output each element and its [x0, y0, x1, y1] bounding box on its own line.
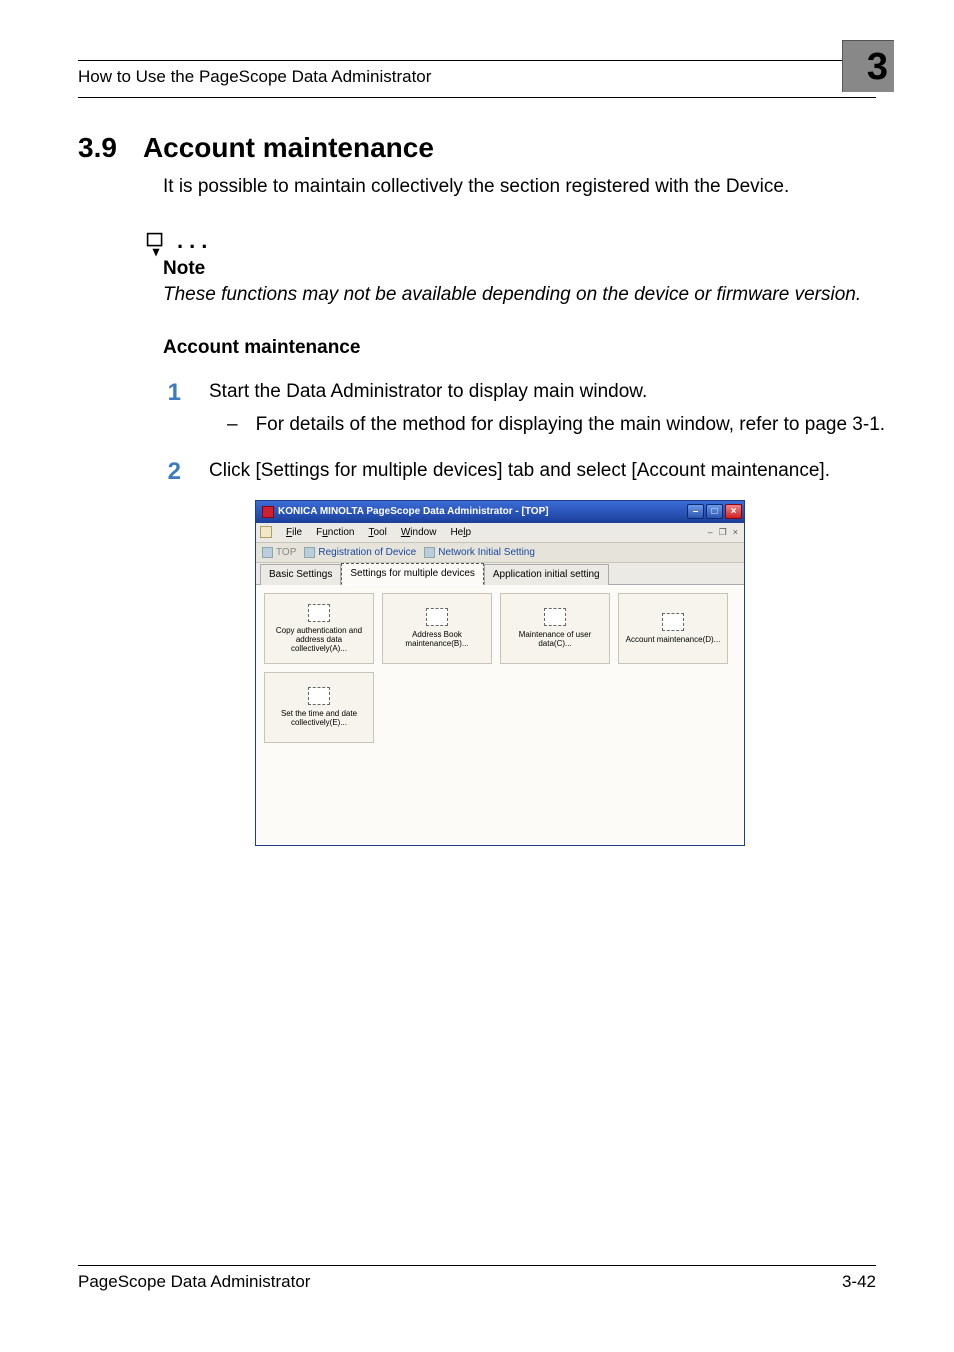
- pencil-icon: [135, 219, 177, 261]
- window-title: KONICA MINOLTA PageScope Data Administra…: [278, 505, 549, 519]
- section-number: 3.9: [78, 132, 117, 164]
- footer-right: 3-42: [842, 1272, 876, 1292]
- step-1: 1 Start the Data Administrator to displa…: [163, 379, 923, 437]
- tab-basic-settings[interactable]: Basic Settings: [260, 564, 341, 585]
- clock-icon: [308, 687, 330, 705]
- tabbar: Basic Settings Settings for multiple dev…: [256, 563, 744, 585]
- step-2: 2 Click [Settings for multiple devices] …: [163, 458, 923, 846]
- procedure-heading: Account maintenance: [163, 337, 923, 359]
- mdi-minimize-button[interactable]: –: [708, 526, 713, 538]
- mdi-close-button[interactable]: ×: [733, 526, 738, 538]
- chapter-number: 3: [867, 46, 888, 89]
- menu-help[interactable]: Help: [450, 526, 471, 540]
- account-icon: [662, 613, 684, 631]
- step-number: 2: [163, 458, 181, 486]
- tile-user-data[interactable]: Maintenance of user data(C)...: [500, 593, 610, 664]
- window-minimize-button[interactable]: –: [687, 504, 704, 519]
- toolbar-registration[interactable]: Registration of Device: [304, 546, 416, 560]
- mdi-restore-button[interactable]: ❐: [719, 526, 727, 538]
- note-label: Note: [163, 258, 923, 280]
- network-icon: [424, 547, 435, 558]
- menubar: File Function Tool Window Help – ❐ ×: [256, 523, 744, 543]
- window-maximize-button[interactable]: □: [706, 504, 723, 519]
- section-title: Account maintenance: [143, 132, 434, 164]
- user-icon: [544, 608, 566, 626]
- window-close-button[interactable]: ×: [725, 504, 742, 519]
- dash-bullet: –: [227, 412, 238, 438]
- toolbar: TOP Registration of Device Network Initi…: [256, 543, 744, 563]
- tile-label: Copy authentication and address data col…: [265, 626, 373, 654]
- menu-window[interactable]: Window: [401, 526, 437, 540]
- menu-tool[interactable]: Tool: [368, 526, 386, 540]
- step-sub-text: For details of the method for displaying…: [256, 412, 923, 438]
- tile-address-book[interactable]: Address Book maintenance(B)...: [382, 593, 492, 664]
- copy-auth-icon: [308, 604, 330, 622]
- top-icon: [262, 547, 273, 558]
- tab-pane: Copy authentication and address data col…: [256, 585, 744, 845]
- running-head: How to Use the PageScope Data Administra…: [78, 67, 431, 87]
- footer-left: PageScope Data Administrator: [78, 1272, 310, 1292]
- note-dots-icon: ...: [177, 228, 213, 254]
- address-book-icon: [426, 608, 448, 626]
- tab-application-initial-setting[interactable]: Application initial setting: [484, 564, 609, 585]
- toolbar-top[interactable]: TOP: [262, 546, 296, 560]
- note-icon-row: ...: [141, 226, 923, 256]
- tab-settings-multiple-devices[interactable]: Settings for multiple devices: [341, 563, 484, 585]
- intro-paragraph: It is possible to maintain collectively …: [163, 174, 923, 200]
- registration-icon: [304, 547, 315, 558]
- doc-icon: [260, 526, 272, 538]
- step-text: Start the Data Administrator to display …: [209, 381, 647, 402]
- step-number: 1: [163, 379, 181, 407]
- tile-label: Set the time and date collectively(E)...: [265, 709, 373, 727]
- tile-label: Address Book maintenance(B)...: [383, 630, 491, 648]
- tile-label: Maintenance of user data(C)...: [501, 630, 609, 648]
- titlebar: KONICA MINOLTA PageScope Data Administra…: [256, 501, 744, 523]
- note-body: These functions may not be available dep…: [163, 282, 923, 308]
- app-window: KONICA MINOLTA PageScope Data Administra…: [255, 500, 745, 846]
- menu-file[interactable]: File: [286, 526, 302, 540]
- chapter-corner-tab: 3: [842, 40, 894, 92]
- embedded-screenshot: KONICA MINOLTA PageScope Data Administra…: [255, 500, 923, 846]
- tile-label: Account maintenance(D)...: [622, 635, 725, 644]
- menu-function[interactable]: Function: [316, 526, 354, 540]
- tile-account-maintenance[interactable]: Account maintenance(D)...: [618, 593, 728, 664]
- toolbar-network[interactable]: Network Initial Setting: [424, 546, 535, 560]
- step-text: Click [Settings for multiple devices] ta…: [209, 460, 830, 481]
- app-icon: [262, 506, 274, 518]
- tile-set-time-date[interactable]: Set the time and date collectively(E)...: [264, 672, 374, 743]
- tile-copy-auth[interactable]: Copy authentication and address data col…: [264, 593, 374, 664]
